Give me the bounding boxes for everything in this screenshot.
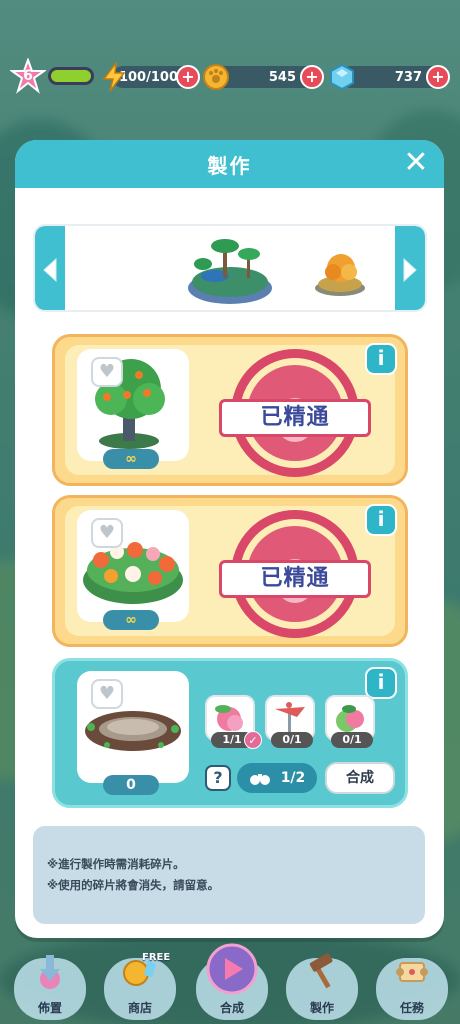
favorite-heart-icon[interactable]: ♥ <box>91 357 123 387</box>
progress-value: 1/2 <box>280 770 306 786</box>
xp-bar <box>48 67 94 85</box>
lightning-icon <box>98 61 130 93</box>
craft-button[interactable]: 合成 <box>325 762 395 794</box>
nav-label: 製作 <box>309 1001 334 1015</box>
material-count: 0/1 <box>331 732 373 748</box>
material-count: 0/1 <box>271 732 313 748</box>
flower-bush-thumbnail[interactable]: ♥ <box>77 510 189 622</box>
quantity-badge: ∞ <box>103 610 159 630</box>
gem-icon <box>326 61 358 93</box>
help-button[interactable]: ? <box>205 765 231 791</box>
coin-value: 545 <box>268 69 296 85</box>
note-line-2: ※使用的碎片將會消失，請留意。 <box>47 878 220 892</box>
crafting-note: ※進行製作時需消耗碎片。 ※使用的碎片將會消失，請留意。 <box>33 826 425 924</box>
binoculars-icon <box>249 774 270 785</box>
material-slot[interactable]: 1/1 ✓ <box>205 695 262 749</box>
paw-print-icon: 已精通 <box>219 365 371 461</box>
recipe-card-flower-bush[interactable]: ♥ ∞ i 已精通 <box>52 495 408 647</box>
recipe-card-mud-pond[interactable]: ♥ 0 i 1/1 ✓ 0/1 0/1 ? 1/2 合成 <box>52 658 408 808</box>
crafting-panel: 製作 ✕ ♥ ∞ i 已精通 ♥ ∞ i 已精通 ♥ 0 i 1/1 ✓ 0/1… <box>15 140 444 938</box>
hammer-icon <box>300 950 344 992</box>
nav-item-merge[interactable]: 合成 <box>196 943 268 1020</box>
island-tropical-icon[interactable] <box>185 230 275 310</box>
material-slot[interactable]: 0/1 <box>265 695 315 748</box>
gem-counter: 737 + <box>330 63 450 91</box>
favorite-heart-icon[interactable]: ♥ <box>91 679 123 709</box>
panel-title: 製作 <box>207 153 252 178</box>
info-icon[interactable]: i <box>365 343 397 375</box>
mastered-stamp: 已精通 <box>219 510 371 638</box>
checkmark-icon: ✓ <box>244 731 262 749</box>
bottom-nav: 佈置 FREE 商店 合成 製作 任務 <box>0 940 460 1024</box>
favorite-heart-icon[interactable]: ♥ <box>91 518 123 548</box>
coin-counter: 545 + <box>203 64 324 90</box>
orange-tree-thumbnail[interactable]: ♥ <box>77 349 189 461</box>
recipe-card-orange-tree[interactable]: ♥ ∞ i 已精通 <box>52 334 408 486</box>
level-number: 6 <box>23 68 33 84</box>
energy-counter: 100/100 + <box>102 62 200 92</box>
decorate-icon <box>28 950 72 992</box>
quantity-badge: ∞ <box>103 449 159 469</box>
nav-item-decorate[interactable]: 佈置 <box>14 955 86 1020</box>
nav-item-shop[interactable]: FREE 商店 <box>104 952 176 1020</box>
chevron-left-icon[interactable] <box>35 226 65 310</box>
mastered-label: 已精通 <box>219 399 371 437</box>
binoculars-progress[interactable]: 1/2 <box>237 763 317 793</box>
nav-label: 合成 <box>219 1001 244 1015</box>
mastered-stamp: 已精通 <box>219 349 371 477</box>
free-tag: FREE <box>142 952 171 963</box>
nav-item-tasks[interactable]: 任務 <box>376 958 448 1020</box>
mastered-label: 已精通 <box>219 560 371 598</box>
gem-value: 737 <box>394 69 422 85</box>
panel-header: 製作 ✕ <box>15 140 444 188</box>
info-icon[interactable]: i <box>365 667 397 699</box>
note-line-1: ※進行製作時需消耗碎片。 <box>47 857 185 871</box>
scroll-icon <box>390 950 434 992</box>
nav-item-craft[interactable]: 製作 <box>286 953 358 1020</box>
nav-label: 商店 <box>127 1001 152 1015</box>
nav-label: 任務 <box>399 1001 424 1015</box>
chevron-right-icon[interactable] <box>395 226 425 310</box>
autumn-tree-icon[interactable] <box>313 244 367 302</box>
add-energy-button[interactable]: + <box>176 65 200 89</box>
close-icon[interactable]: ✕ <box>402 148 430 178</box>
level-star: 6 <box>10 58 46 94</box>
nav-label: 佈置 <box>37 1001 62 1015</box>
info-icon[interactable]: i <box>365 504 397 536</box>
paw-coin-icon <box>200 61 232 93</box>
quantity-badge: 0 <box>103 775 159 795</box>
category-carousel <box>33 224 427 312</box>
add-gems-button[interactable]: + <box>426 65 450 89</box>
xp-bar-fill <box>51 70 91 82</box>
merge-crystal-icon <box>205 942 259 996</box>
mud-pond-thumbnail[interactable]: ♥ <box>77 671 189 783</box>
add-coins-button[interactable]: + <box>300 65 324 89</box>
paw-print-icon: 已精通 <box>219 526 371 622</box>
material-slot[interactable]: 0/1 <box>325 695 375 748</box>
